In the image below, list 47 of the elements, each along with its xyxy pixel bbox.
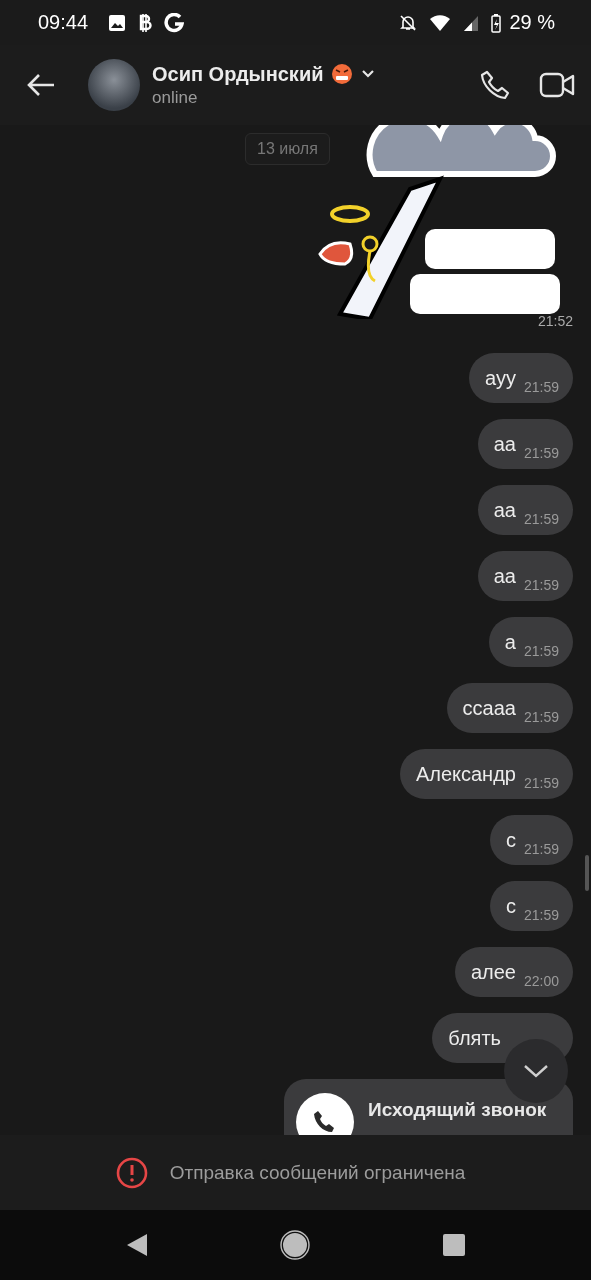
message-text: блять xyxy=(448,1026,501,1051)
message-text: ауу xyxy=(485,366,516,391)
recents-icon[interactable] xyxy=(442,1234,465,1256)
message-time: 21:59 xyxy=(523,379,559,395)
mute-icon xyxy=(399,13,418,32)
message-text: Александр xyxy=(415,762,516,787)
message-time: 21:59 xyxy=(523,577,559,593)
message-text: ссааа xyxy=(462,696,516,721)
home-icon[interactable] xyxy=(280,1230,311,1260)
video-camera-icon[interactable] xyxy=(539,72,575,98)
contact-name[interactable]: Осип Ордынский xyxy=(152,62,324,86)
message-time: 21:59 xyxy=(523,907,559,923)
back-icon[interactable] xyxy=(126,1233,149,1257)
bitcoin-icon xyxy=(138,12,153,33)
message-text: с xyxy=(505,894,516,919)
message-time: 22:00 xyxy=(523,973,559,989)
message-text: с xyxy=(505,828,516,853)
battery-icon xyxy=(491,12,502,33)
warning-icon xyxy=(115,1156,148,1189)
chevron-down-icon[interactable] xyxy=(361,69,376,79)
message-time: 21:59 xyxy=(523,511,559,527)
contact-status: online xyxy=(152,87,198,108)
scrollbar xyxy=(585,855,589,891)
image-icon xyxy=(108,13,127,32)
status-time: 09:44 xyxy=(38,11,89,34)
message-text: аа xyxy=(493,498,516,523)
phone-icon[interactable] xyxy=(479,69,511,101)
angry-emoji-icon xyxy=(331,63,354,85)
message-time: 21:59 xyxy=(523,709,559,725)
chevron-down-icon xyxy=(523,1064,549,1078)
phone-icon xyxy=(296,1093,354,1135)
notice-text: Отправка сообщений ограничена xyxy=(169,1161,466,1184)
message-time: 21:52 xyxy=(537,313,573,329)
battery-level: 29 % xyxy=(509,11,555,34)
call-title: Исходящий звонок xyxy=(368,1099,547,1121)
message-time: 21:59 xyxy=(523,643,559,659)
wifi-icon xyxy=(429,13,452,32)
message-time: 21:59 xyxy=(523,445,559,461)
back-icon[interactable] xyxy=(26,73,56,97)
message-time: 21:59 xyxy=(523,841,559,857)
message-text: аа xyxy=(493,564,516,589)
date-chip: 13 июля xyxy=(245,133,330,165)
message-text: алее xyxy=(470,960,516,985)
message-text: аа xyxy=(493,432,516,457)
message-text: а xyxy=(504,630,516,655)
message-time: 21:59 xyxy=(523,775,559,791)
avatar[interactable] xyxy=(88,59,140,111)
